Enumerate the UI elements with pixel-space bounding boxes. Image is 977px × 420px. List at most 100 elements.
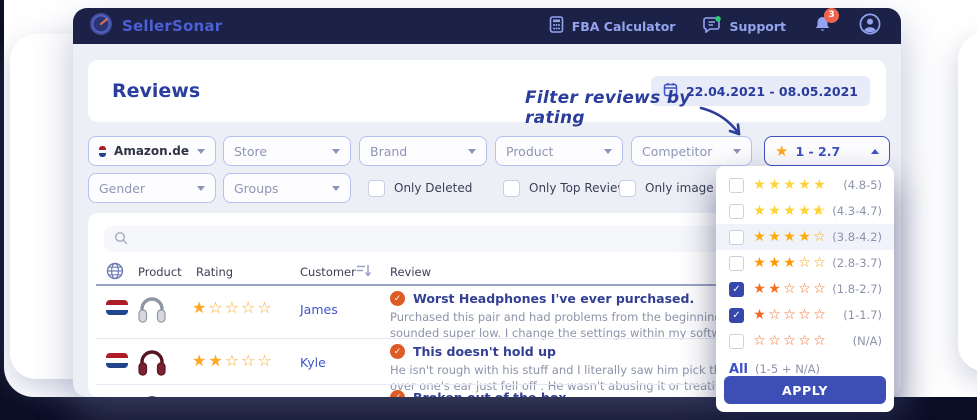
- support-link[interactable]: Support: [703, 16, 786, 36]
- column-header-review[interactable]: Review: [390, 265, 431, 279]
- calculator-icon: [549, 16, 564, 36]
- chevron-down-icon: [197, 186, 205, 191]
- netherlands-flag-icon: [106, 353, 128, 368]
- rating-option-stars: ★☆☆☆☆: [752, 307, 827, 323]
- star-icon: ★: [775, 144, 788, 159]
- rating-option-checkbox[interactable]: ✓: [729, 308, 744, 323]
- chevron-down-icon: [604, 149, 612, 154]
- support-label: Support: [729, 19, 786, 34]
- globe-icon: [106, 262, 124, 283]
- decorative-card-right: [958, 33, 977, 371]
- fba-calculator-label: FBA Calculator: [572, 19, 676, 34]
- rating-option-range: (1.8-2.7): [832, 282, 882, 296]
- sort-icon[interactable]: [356, 263, 372, 281]
- checkbox-icon[interactable]: [503, 180, 520, 197]
- chevron-down-icon: [332, 186, 340, 191]
- rating-select-value: 1 - 2.7: [795, 144, 840, 159]
- rating-all-row: All (1-5 + N/A): [716, 354, 894, 377]
- store-select-label: Store: [234, 144, 267, 159]
- notification-badge: 3: [824, 8, 839, 23]
- support-chat-icon: [703, 16, 721, 36]
- gender-select-label: Gender: [99, 181, 145, 196]
- product-select[interactable]: Product: [495, 136, 623, 166]
- only-top-reviews-checkbox[interactable]: Only Top Reviews: [503, 173, 633, 203]
- rating-option-checkbox[interactable]: [729, 256, 744, 271]
- customer-name-link[interactable]: James: [300, 302, 338, 317]
- only-deleted-checkbox[interactable]: Only Deleted: [368, 173, 472, 203]
- rating-option-stars: ★★★★★: [752, 177, 827, 193]
- review-title: Worst Headphones I've ever purchased.: [413, 291, 694, 306]
- rating-option-row[interactable]: ✓ ★☆☆☆☆ (1-1.7): [716, 302, 894, 328]
- notifications-button[interactable]: 3: [814, 15, 831, 38]
- verified-check-icon: ✓: [390, 291, 405, 306]
- rating-option-range: (3.8-4.2): [832, 230, 882, 244]
- review-title: Broken out of the box.: [413, 390, 571, 397]
- chevron-down-icon: [332, 149, 340, 154]
- rating-option-row[interactable]: ★★★★☆ (3.8-4.2): [716, 224, 894, 250]
- only-deleted-label: Only Deleted: [394, 181, 472, 195]
- rating-option-checkbox[interactable]: [729, 334, 744, 349]
- netherlands-flag-icon: [106, 300, 128, 315]
- groups-select[interactable]: Groups: [223, 173, 351, 203]
- review-rating-stars: ★★☆☆☆: [192, 351, 274, 370]
- product-image[interactable]: [134, 389, 170, 397]
- netherlands-flag-icon: [99, 146, 106, 157]
- rating-option-checkbox[interactable]: [729, 230, 744, 245]
- rating-option-checkbox[interactable]: [729, 178, 744, 193]
- rating-option-stars: ★★★★☆: [752, 229, 827, 245]
- product-image[interactable]: [134, 343, 170, 383]
- review-rating-stars: ★☆☆☆☆: [192, 298, 274, 317]
- rating-option-range: (2.8-3.7): [832, 256, 882, 270]
- product-select-label: Product: [506, 144, 553, 159]
- review-title: This doesn't hold up: [413, 344, 556, 359]
- chevron-down-icon: [197, 149, 205, 154]
- rating-option-checkbox[interactable]: ✓: [729, 282, 744, 297]
- rating-option-row[interactable]: ✓★★☆☆☆(1.8-2.7): [716, 276, 894, 302]
- profile-icon: [859, 13, 881, 39]
- fba-calculator-link[interactable]: FBA Calculator: [549, 16, 676, 36]
- brand-select-label: Brand: [370, 144, 407, 159]
- apply-button[interactable]: APPLY: [724, 376, 886, 404]
- rating-option-row[interactable]: ☆☆☆☆☆(N/A): [716, 328, 894, 354]
- page-title: Reviews: [112, 80, 200, 102]
- column-header-customer[interactable]: Customer: [300, 265, 356, 279]
- rating-filter-dropdown: ★★★★★ (4.8-5) ★★★★☆★ (4.3-4.7) ★★★★☆ (3.8-4.2…: [716, 166, 894, 412]
- product-image[interactable]: [134, 290, 170, 330]
- rating-option-row[interactable]: ★★★★☆★ (4.3-4.7): [716, 198, 894, 224]
- marketplace-value: Amazon.de: [114, 144, 189, 158]
- rating-option-row[interactable]: ★★★☆☆ (2.8-3.7): [716, 250, 894, 276]
- search-icon: [114, 230, 128, 249]
- page-background: { "navbar": { "brand": "SellerSonar", "f…: [0, 0, 977, 420]
- rating-option-checkbox[interactable]: [729, 204, 744, 219]
- rating-option-stars: ★★★☆☆: [752, 255, 827, 271]
- page-header-panel: Reviews 22.04.2021 - 08.05.2021: [88, 60, 886, 122]
- rating-all-sublabel: (1-5 + N/A): [755, 362, 820, 376]
- marketplace-select[interactable]: Amazon.de: [88, 136, 216, 166]
- chevron-up-icon: [871, 149, 879, 154]
- rating-all-link[interactable]: All: [729, 362, 748, 377]
- column-header-product[interactable]: Product: [138, 265, 182, 279]
- profile-button[interactable]: [859, 13, 881, 39]
- chevron-down-icon: [468, 149, 476, 154]
- checkbox-icon[interactable]: [619, 180, 636, 197]
- rating-option-range: (4.8-5): [843, 178, 882, 192]
- customer-name-link[interactable]: Kyle: [300, 355, 326, 370]
- only-top-reviews-label: Only Top Reviews: [529, 181, 633, 195]
- groups-select-label: Groups: [234, 181, 279, 196]
- verified-check-icon: ✓: [390, 344, 405, 359]
- brand-logo[interactable]: SellerSonar: [89, 12, 222, 40]
- rating-option-range: (4.3-4.7): [832, 204, 882, 218]
- checkbox-icon[interactable]: [368, 180, 385, 197]
- rating-option-stars: ☆☆☆☆☆: [752, 333, 827, 349]
- rating-option-range: (1-1.7): [843, 308, 882, 322]
- brand-name: SellerSonar: [122, 17, 222, 35]
- brand-select[interactable]: Brand: [359, 136, 487, 166]
- verified-check-icon: ✓: [390, 390, 405, 397]
- annotation-arrow: [695, 102, 753, 146]
- rating-option-row[interactable]: ★★★★★ (4.8-5): [716, 172, 894, 198]
- rating-select[interactable]: ★ 1 - 2.7: [764, 136, 890, 166]
- rating-option-stars: ★★★★☆★: [752, 203, 827, 219]
- column-header-rating[interactable]: Rating: [196, 265, 233, 279]
- store-select[interactable]: Store: [223, 136, 351, 166]
- gender-select[interactable]: Gender: [88, 173, 216, 203]
